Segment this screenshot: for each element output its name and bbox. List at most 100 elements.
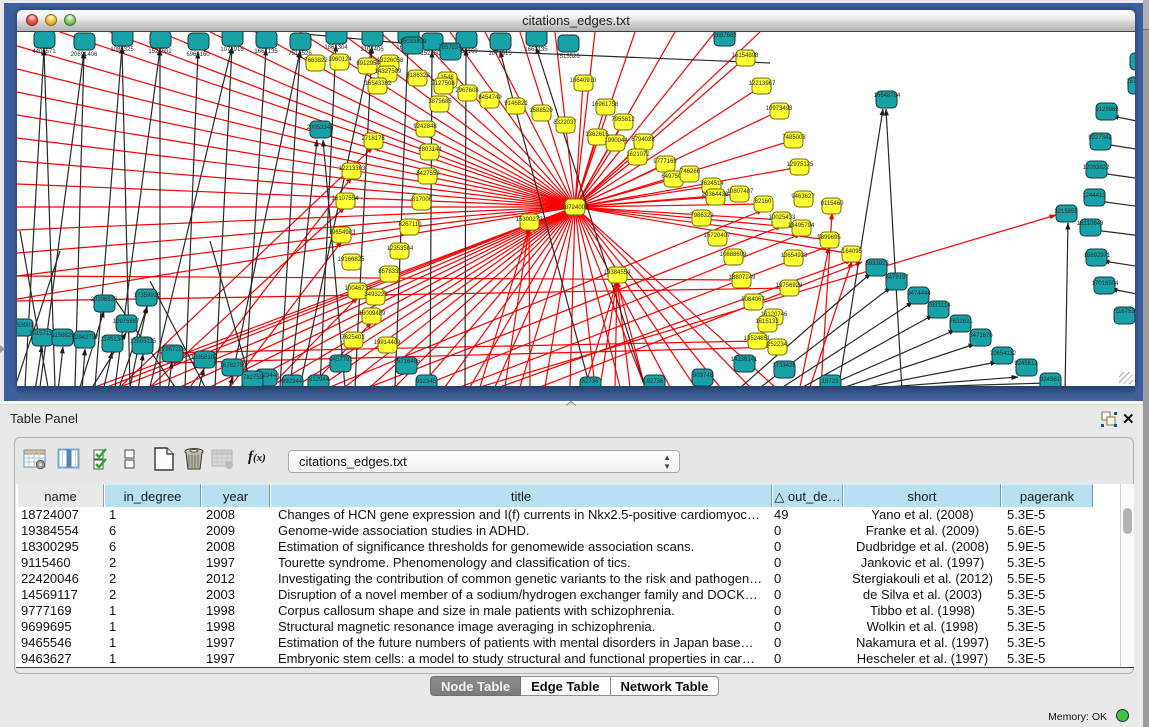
svg-text:992344: 992344 bbox=[282, 379, 303, 385]
svg-text:3624514: 3624514 bbox=[700, 181, 724, 187]
svg-text:18640910: 18640910 bbox=[570, 78, 597, 84]
svg-text:1453001: 1453001 bbox=[17, 323, 34, 329]
svg-text:252234: 252234 bbox=[767, 342, 788, 348]
svg-text:8322037: 8322037 bbox=[553, 120, 577, 126]
svg-text:9457791: 9457791 bbox=[329, 357, 353, 363]
svg-text:9146821: 9146821 bbox=[504, 101, 528, 107]
svg-text:16648784: 16648784 bbox=[874, 93, 901, 99]
svg-text:9127508: 9127508 bbox=[431, 81, 455, 87]
svg-text:9084067: 9084067 bbox=[741, 297, 765, 303]
svg-text:1071915: 1071915 bbox=[220, 47, 244, 53]
svg-text:15300273: 15300273 bbox=[516, 217, 543, 223]
svg-text:8454749: 8454749 bbox=[478, 95, 502, 101]
svg-text:8267110: 8267110 bbox=[399, 222, 423, 228]
svg-text:10975887: 10975887 bbox=[113, 319, 140, 325]
svg-text:14136141: 14136141 bbox=[731, 357, 758, 363]
svg-text:7955812: 7955812 bbox=[611, 117, 635, 123]
svg-text:12353584: 12353584 bbox=[387, 246, 414, 252]
svg-text:19756928: 19756928 bbox=[776, 283, 803, 289]
svg-text:1117: 1117 bbox=[1134, 55, 1135, 61]
svg-text:12942737: 12942737 bbox=[72, 335, 99, 341]
svg-text:9899695: 9899695 bbox=[817, 235, 841, 241]
svg-text:7625402: 7625402 bbox=[341, 335, 365, 341]
svg-text:18724007: 18724007 bbox=[562, 205, 589, 211]
svg-text:16782759: 16782759 bbox=[220, 363, 247, 369]
svg-text:12213363: 12213363 bbox=[339, 166, 366, 172]
svg-text:16210643: 16210643 bbox=[1077, 221, 1104, 227]
svg-text:6479197: 6479197 bbox=[885, 275, 909, 281]
svg-text:3960124: 3960124 bbox=[328, 57, 352, 63]
svg-text:782759: 782759 bbox=[243, 375, 264, 381]
svg-text:164095: 164095 bbox=[842, 249, 863, 255]
svg-text:1588520: 1588520 bbox=[529, 108, 553, 114]
svg-text:19654983: 19654983 bbox=[329, 230, 356, 236]
svg-text:9777169: 9777169 bbox=[653, 159, 677, 165]
svg-text:19384554: 19384554 bbox=[604, 270, 631, 276]
svg-text:15692971: 15692971 bbox=[1084, 253, 1111, 259]
svg-text:2718176: 2718176 bbox=[361, 136, 385, 142]
svg-text:1667135: 1667135 bbox=[254, 49, 278, 55]
svg-text:18807249: 18807249 bbox=[729, 275, 756, 281]
svg-text:12213967: 12213967 bbox=[749, 81, 776, 87]
svg-text:19166825: 19166825 bbox=[338, 257, 365, 263]
svg-text:19914409: 19914409 bbox=[374, 340, 401, 346]
svg-text:10025433: 10025433 bbox=[769, 215, 796, 221]
svg-text:9242848: 9242848 bbox=[413, 124, 437, 130]
svg-text:8578332: 8578332 bbox=[378, 269, 402, 275]
svg-text:9129966: 9129966 bbox=[1095, 107, 1119, 113]
svg-text:2933114: 2933114 bbox=[928, 303, 952, 309]
svg-text:16033809: 16033809 bbox=[400, 39, 427, 45]
svg-text:2803144: 2803144 bbox=[418, 147, 442, 153]
svg-text:17957223: 17957223 bbox=[159, 347, 186, 353]
svg-text:912345: 912345 bbox=[416, 379, 437, 385]
svg-text:1615132: 1615132 bbox=[755, 319, 779, 325]
svg-text:13495794: 13495794 bbox=[788, 223, 815, 229]
svg-text:12093822: 12093822 bbox=[1083, 165, 1110, 171]
svg-text:3215955: 3215955 bbox=[1054, 209, 1078, 215]
svg-text:9227342: 9227342 bbox=[1088, 135, 1112, 141]
svg-text:16543362: 16543362 bbox=[365, 81, 392, 87]
svg-text:2101406: 2101406 bbox=[360, 47, 384, 53]
svg-text:1990044: 1990044 bbox=[604, 138, 628, 144]
svg-text:10688609: 10688609 bbox=[720, 252, 747, 258]
svg-text:1085325: 1085325 bbox=[110, 47, 134, 53]
svg-text:7485003: 7485003 bbox=[782, 135, 806, 141]
svg-text:1145134: 1145134 bbox=[101, 337, 125, 343]
svg-text:13226058: 13226058 bbox=[377, 58, 404, 64]
svg-text:8427552: 8427552 bbox=[416, 171, 440, 177]
svg-text:15720407: 15720407 bbox=[704, 233, 731, 239]
svg-text:8471676: 8471676 bbox=[969, 333, 993, 339]
svg-text:10973493: 10973493 bbox=[766, 106, 793, 112]
svg-text:17359928: 17359928 bbox=[134, 293, 161, 299]
svg-text:1621072: 1621072 bbox=[626, 152, 650, 158]
svg-text:6794028: 6794028 bbox=[631, 137, 655, 143]
svg-text:12505115: 12505115 bbox=[130, 339, 157, 345]
svg-text:7986322: 7986322 bbox=[690, 213, 714, 219]
svg-text:82736: 82736 bbox=[582, 379, 599, 385]
svg-text:18723: 18723 bbox=[822, 379, 839, 385]
svg-text:10654112: 10654112 bbox=[990, 351, 1017, 357]
svg-text:924561: 924561 bbox=[1040, 377, 1061, 383]
svg-text:1527602: 1527602 bbox=[148, 49, 172, 55]
svg-text:2687682: 2687682 bbox=[713, 33, 737, 39]
svg-text:16107554: 16107554 bbox=[332, 196, 359, 202]
svg-text:7632621: 7632621 bbox=[949, 319, 973, 325]
svg-text:4405571: 4405571 bbox=[32, 49, 56, 55]
svg-text:812944: 812944 bbox=[309, 377, 330, 383]
svg-text:5933923: 5933923 bbox=[865, 261, 889, 267]
svg-text:9245612: 9245612 bbox=[1014, 361, 1038, 367]
svg-text:1733426: 1733426 bbox=[772, 363, 796, 369]
svg-text:7857224: 7857224 bbox=[438, 45, 462, 51]
svg-text:9463627: 9463627 bbox=[791, 194, 815, 200]
svg-text:12975125: 12975125 bbox=[787, 162, 814, 168]
svg-text:16009489: 16009489 bbox=[359, 311, 386, 317]
svg-text:14327509: 14327509 bbox=[375, 69, 402, 75]
svg-text:10958107: 10958107 bbox=[191, 355, 218, 361]
svg-text:8186323: 8186323 bbox=[406, 73, 430, 79]
svg-text:62160: 62160 bbox=[755, 199, 772, 205]
svg-text:16961758: 16961758 bbox=[592, 102, 619, 108]
svg-text:6966160: 6966160 bbox=[186, 52, 210, 58]
svg-text:903746: 903746 bbox=[693, 373, 714, 379]
svg-text:13654923: 13654923 bbox=[781, 253, 808, 259]
svg-text:116753: 116753 bbox=[1115, 309, 1135, 315]
